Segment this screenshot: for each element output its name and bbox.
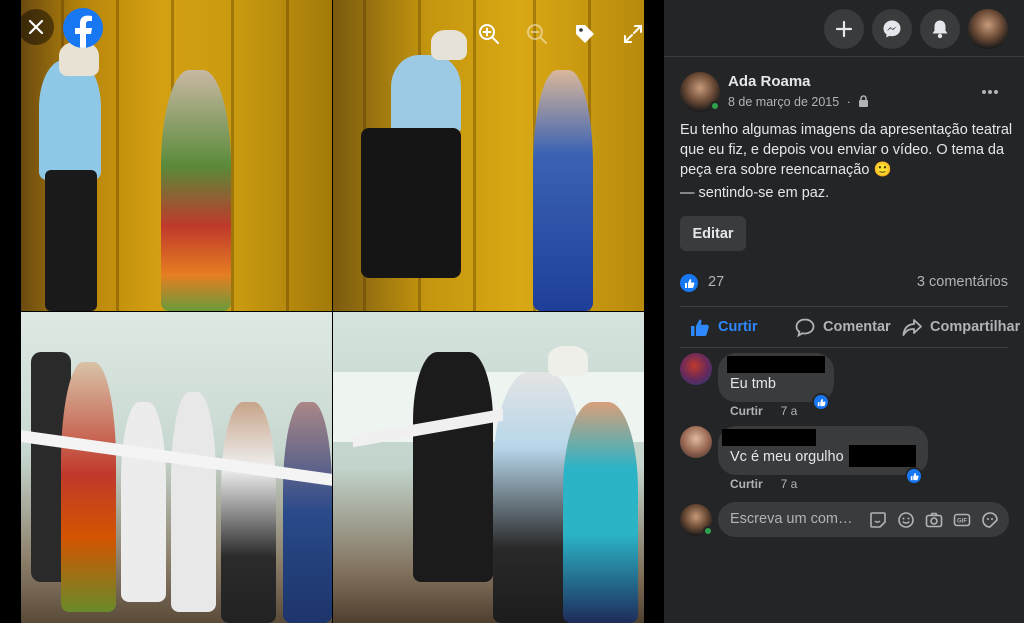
commenter-avatar[interactable] xyxy=(680,426,712,458)
curtain-fold xyxy=(286,0,289,311)
facebook-logo[interactable] xyxy=(63,8,103,48)
comment-like-link[interactable]: Curtir xyxy=(730,404,763,418)
share-button-label: Compartilhar xyxy=(930,319,1021,335)
redacted-name xyxy=(722,429,816,446)
comment-count[interactable]: 3 comentários xyxy=(917,274,1008,290)
post-body: Eu tenho algumas imagens da apresentação… xyxy=(680,122,1013,178)
comment-meta: Curtir 7 a xyxy=(730,477,797,491)
date-separator: · xyxy=(846,95,851,109)
comment-time[interactable]: 7 a xyxy=(781,404,798,418)
like-count[interactable]: 27 xyxy=(708,274,724,290)
fullscreen-icon[interactable] xyxy=(615,16,651,52)
cast-figure xyxy=(563,402,638,623)
camera-icon[interactable] xyxy=(925,511,943,529)
notifications-icon[interactable] xyxy=(920,9,960,49)
close-icon[interactable] xyxy=(18,9,54,45)
sticker-icon[interactable] xyxy=(869,511,887,529)
comment-icon xyxy=(795,318,815,337)
comment-bubble: Vc é meu orgulho xyxy=(718,426,928,475)
post-feeling: — sentindo-se em paz. xyxy=(680,185,830,201)
photo-cast-2[interactable] xyxy=(333,312,644,623)
smile-emoji: 🙂 xyxy=(873,162,892,178)
more-options-icon[interactable] xyxy=(978,80,1002,104)
actor-figure xyxy=(361,128,461,278)
comment-like-link[interactable]: Curtir xyxy=(730,477,763,491)
comment-input-placeholder: Escreva um com… xyxy=(730,511,853,527)
messenger-icon[interactable] xyxy=(872,9,912,49)
like-button[interactable]: Curtir xyxy=(690,316,757,338)
comment-text: Eu tmb xyxy=(730,376,776,392)
photo-stage-1[interactable] xyxy=(21,0,332,311)
avatar-sticker-icon[interactable] xyxy=(981,511,999,529)
top-bar xyxy=(664,0,1024,57)
divider xyxy=(680,306,1008,307)
hat-figure xyxy=(548,346,588,376)
comment-meta: Curtir 7 a xyxy=(730,404,797,418)
gif-icon[interactable]: GIF xyxy=(953,511,971,529)
svg-text:GIF: GIF xyxy=(957,519,967,525)
divider xyxy=(680,347,1008,348)
redacted-name xyxy=(727,356,825,373)
emoji-icon[interactable] xyxy=(897,511,915,529)
cast-figure xyxy=(413,352,493,582)
lock-icon xyxy=(859,95,869,107)
actor-figure xyxy=(39,60,101,180)
tag-icon[interactable] xyxy=(567,16,603,52)
redacted-mention xyxy=(849,445,916,467)
comment-like-badge[interactable] xyxy=(905,467,923,485)
plus-icon[interactable] xyxy=(824,9,864,49)
online-indicator xyxy=(710,101,720,111)
commenter-avatar[interactable] xyxy=(680,353,712,385)
like-reaction-icon[interactable] xyxy=(680,274,698,292)
comment-button-label: Comentar xyxy=(823,319,891,335)
zoom-out-icon[interactable] xyxy=(519,16,555,52)
photo-cast-1[interactable] xyxy=(21,312,332,623)
post-text: Eu tenho algumas imagens da apresentação… xyxy=(680,120,1015,180)
post-date-text[interactable]: 8 de março de 2015 xyxy=(728,95,839,109)
comment-button[interactable]: Comentar xyxy=(795,316,891,338)
hat-figure xyxy=(431,30,467,60)
curtain-fold xyxy=(116,0,119,311)
post-date: 8 de março de 2015 · xyxy=(728,95,869,109)
actor-figure xyxy=(391,55,461,135)
share-icon xyxy=(902,318,922,336)
online-indicator xyxy=(703,526,713,536)
edit-button[interactable]: Editar xyxy=(680,216,746,251)
post-author[interactable]: Ada Roama xyxy=(728,73,811,90)
photo-viewer xyxy=(0,0,664,623)
post-stats: 27 3 comentários xyxy=(680,272,1008,294)
zoom-in-icon[interactable] xyxy=(471,16,507,52)
cast-figure xyxy=(121,402,166,602)
comment-input[interactable]: Escreva um com… GIF xyxy=(718,502,1009,537)
share-button[interactable]: Compartilhar xyxy=(902,316,1020,338)
post-panel: Ada Roama 8 de março de 2015 · Eu tenho … xyxy=(664,0,1024,623)
curtain-fold xyxy=(231,0,234,311)
comment-time[interactable]: 7 a xyxy=(781,477,798,491)
thumbs-up-icon xyxy=(691,319,709,336)
like-button-label: Curtir xyxy=(718,319,758,335)
cast-figure xyxy=(171,392,216,612)
actress-figure xyxy=(533,70,593,311)
actor-figure xyxy=(45,170,97,311)
profile-avatar[interactable] xyxy=(968,9,1008,49)
cast-figure xyxy=(221,402,276,623)
actress-figure xyxy=(161,70,231,311)
comment-text: Vc é meu orgulho xyxy=(730,449,844,465)
cast-figure xyxy=(61,362,116,612)
comment-like-badge[interactable] xyxy=(812,393,830,411)
cast-figure xyxy=(283,402,332,623)
